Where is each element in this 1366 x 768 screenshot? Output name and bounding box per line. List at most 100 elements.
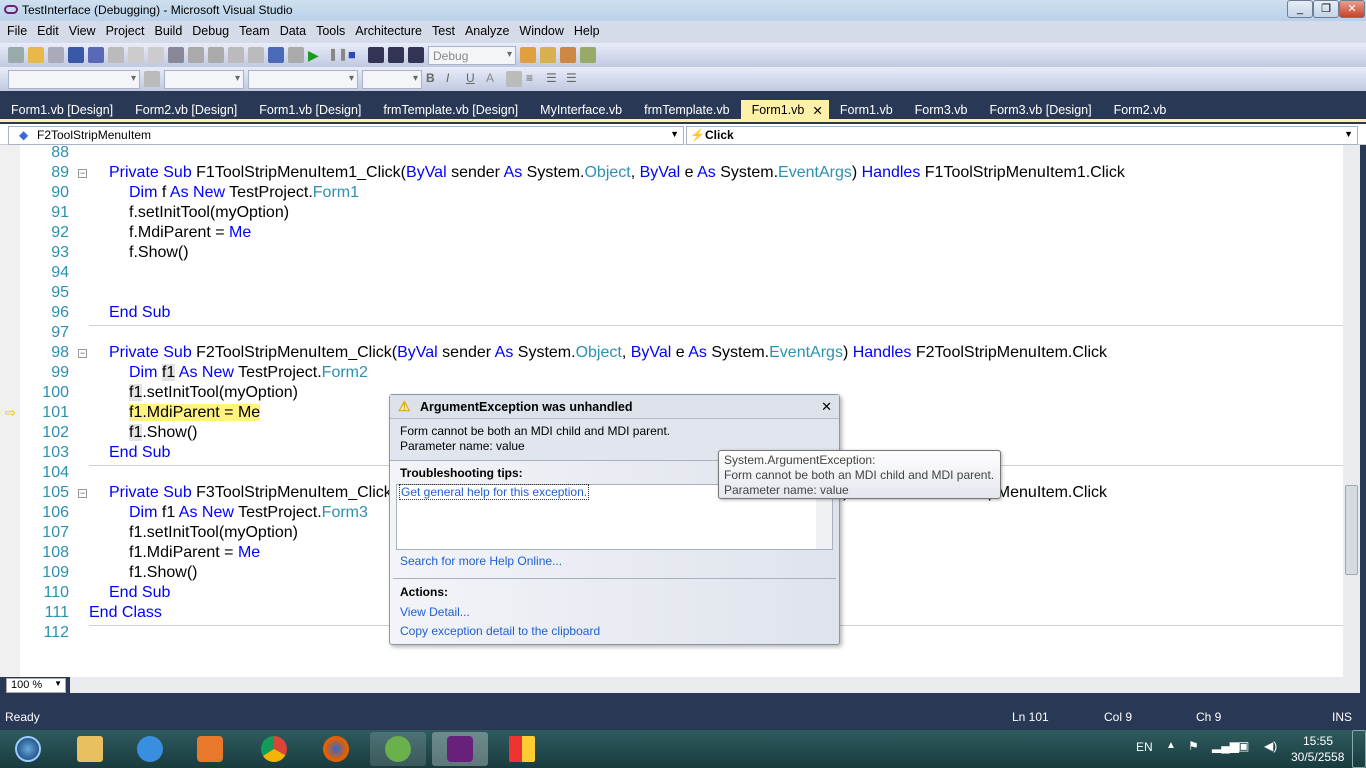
show-next-statement-icon[interactable] xyxy=(368,47,384,63)
paste-icon[interactable] xyxy=(148,47,164,63)
code-line[interactable]: 94 xyxy=(0,263,1343,283)
tab-document[interactable]: Form3.vb [Design] xyxy=(978,100,1102,119)
find-icon[interactable] xyxy=(168,47,184,63)
code-line[interactable]: 93 f.Show() xyxy=(0,243,1343,263)
save-all-icon[interactable] xyxy=(88,47,104,63)
font-color-icon[interactable]: A xyxy=(486,71,502,87)
redo-icon[interactable] xyxy=(248,47,264,63)
step-out-icon[interactable] xyxy=(408,47,424,63)
underline-icon[interactable]: U xyxy=(466,71,482,87)
view-detail-link[interactable]: View Detail... xyxy=(400,605,470,619)
save-icon[interactable] xyxy=(68,47,84,63)
tab-document[interactable]: Form1.vb xyxy=(829,100,904,119)
properties-icon[interactable] xyxy=(560,47,576,63)
menu-edit[interactable]: Edit xyxy=(32,21,64,43)
vertical-scrollbar[interactable] xyxy=(1343,145,1360,693)
show-desktop-button[interactable] xyxy=(1352,730,1366,768)
menu-window[interactable]: Window xyxy=(514,21,568,43)
tab-document[interactable]: Form1.vb ✕ xyxy=(740,100,829,119)
action-center-flag-icon[interactable]: ⚑ xyxy=(1188,739,1199,753)
tab-document[interactable]: frmTemplate.vb [Design] xyxy=(372,100,529,119)
chrome-taskbar-button[interactable] xyxy=(246,732,302,766)
menu-help[interactable]: Help xyxy=(569,21,605,43)
search-help-link[interactable]: Search for more Help Online... xyxy=(400,554,562,568)
undo-icon[interactable] xyxy=(228,47,244,63)
tab-document[interactable]: Form3.vb xyxy=(904,100,979,119)
scroll-thumb[interactable] xyxy=(1345,485,1358,575)
tab-document[interactable]: Form1.vb [Design] xyxy=(248,100,372,119)
office-taskbar-button[interactable] xyxy=(494,732,550,766)
new-project-icon[interactable] xyxy=(8,47,24,63)
uncomment-icon[interactable] xyxy=(208,47,224,63)
ie-taskbar-button[interactable] xyxy=(122,732,178,766)
code-line[interactable]: 92 f.MdiParent = Me xyxy=(0,223,1343,243)
bullets-icon[interactable]: ☰ xyxy=(546,71,562,87)
close-icon[interactable]: ✕ xyxy=(821,399,832,415)
step-into-icon[interactable] xyxy=(388,47,404,63)
horizontal-scrollbar[interactable] xyxy=(70,677,1343,693)
menu-project[interactable]: Project xyxy=(101,21,150,43)
show-hidden-icons-icon[interactable]: ▲ xyxy=(1166,740,1176,751)
pause-icon[interactable]: ❚❚ xyxy=(328,47,348,63)
start-button[interactable] xyxy=(0,732,56,766)
code-line[interactable]: 99 Dim f1 As New TestProject.Form2 xyxy=(0,363,1343,383)
numbering-icon[interactable]: ☰ xyxy=(566,71,582,87)
media-player-taskbar-button[interactable] xyxy=(182,732,238,766)
menu-analyze[interactable]: Analyze xyxy=(460,21,514,43)
restore-button[interactable]: ❐ xyxy=(1313,0,1339,18)
tab-document[interactable]: Form2.vb [Design] xyxy=(124,100,248,119)
zoom-select[interactable] xyxy=(362,69,422,89)
utorrent-taskbar-button[interactable] xyxy=(370,732,426,766)
zoom-select[interactable]: 100 % ▼ xyxy=(6,678,66,693)
menu-build[interactable]: Build xyxy=(149,21,187,43)
code-line[interactable]: 89− Private Sub F1ToolStripMenuItem1_Clic… xyxy=(0,163,1343,183)
object-select[interactable]: ◆ F2ToolStripMenuItem ▼ xyxy=(8,126,684,145)
menu-team[interactable]: Team xyxy=(234,21,275,43)
tab-document[interactable]: Form1.vb [Design] xyxy=(0,100,124,119)
copy-icon[interactable] xyxy=(128,47,144,63)
clock-time[interactable]: 15:55 xyxy=(1303,734,1333,748)
event-select[interactable]: ⚡ Click ▼ xyxy=(686,126,1358,145)
tab-close-icon[interactable]: ✕ xyxy=(812,103,822,119)
spelling-icon[interactable] xyxy=(144,71,160,87)
collapse-icon[interactable]: − xyxy=(78,169,87,178)
visual-studio-taskbar-button[interactable] xyxy=(432,732,488,766)
toolbox-icon[interactable] xyxy=(580,47,596,63)
firefox-taskbar-button[interactable] xyxy=(308,732,364,766)
volume-icon[interactable]: ◀) xyxy=(1264,739,1277,753)
find-in-files-icon[interactable] xyxy=(520,47,536,63)
align-icon[interactable]: ≡ xyxy=(526,71,542,87)
tab-document[interactable]: frmTemplate.vb xyxy=(633,100,740,119)
code-line[interactable]: 97 xyxy=(0,323,1343,343)
network-signal-icon[interactable]: ▂▄▆ xyxy=(1212,739,1239,753)
solution-explorer-icon[interactable] xyxy=(540,47,556,63)
navigate-backward-icon[interactable] xyxy=(268,47,284,63)
navigate-forward-icon[interactable] xyxy=(288,47,304,63)
cut-icon[interactable] xyxy=(108,47,124,63)
font-select[interactable] xyxy=(164,69,244,89)
code-line[interactable]: 90 Dim f As New TestProject.Form1 xyxy=(0,183,1343,203)
code-line[interactable]: 91 f.setInitTool(myOption) xyxy=(0,203,1343,223)
collapse-icon[interactable]: − xyxy=(78,349,87,358)
open-file-icon[interactable] xyxy=(28,47,44,63)
general-help-link[interactable]: Get general help for this exception. xyxy=(399,484,590,500)
menu-debug[interactable]: Debug xyxy=(187,21,234,43)
add-item-icon[interactable] xyxy=(48,47,64,63)
collapse-icon[interactable]: − xyxy=(78,489,87,498)
tab-document[interactable]: Form2.vb xyxy=(1103,100,1178,119)
minimize-button[interactable]: _ xyxy=(1287,0,1313,18)
power-icon[interactable]: ▣ xyxy=(1238,739,1249,753)
menu-file[interactable]: File xyxy=(2,21,32,43)
comment-icon[interactable] xyxy=(188,47,204,63)
copy-detail-link[interactable]: Copy exception detail to the clipboard xyxy=(400,624,600,638)
italic-icon[interactable]: I xyxy=(446,71,462,87)
continue-icon[interactable]: ▶ xyxy=(308,47,324,63)
menu-test[interactable]: Test xyxy=(427,21,460,43)
code-line[interactable]: 95 xyxy=(0,283,1343,303)
menu-view[interactable]: View xyxy=(64,21,101,43)
bold-icon[interactable]: B xyxy=(426,71,442,87)
stop-icon[interactable]: ■ xyxy=(348,47,364,63)
menu-tools[interactable]: Tools xyxy=(311,21,350,43)
menu-architecture[interactable]: Architecture xyxy=(350,21,427,43)
font-size-select[interactable] xyxy=(248,69,358,89)
